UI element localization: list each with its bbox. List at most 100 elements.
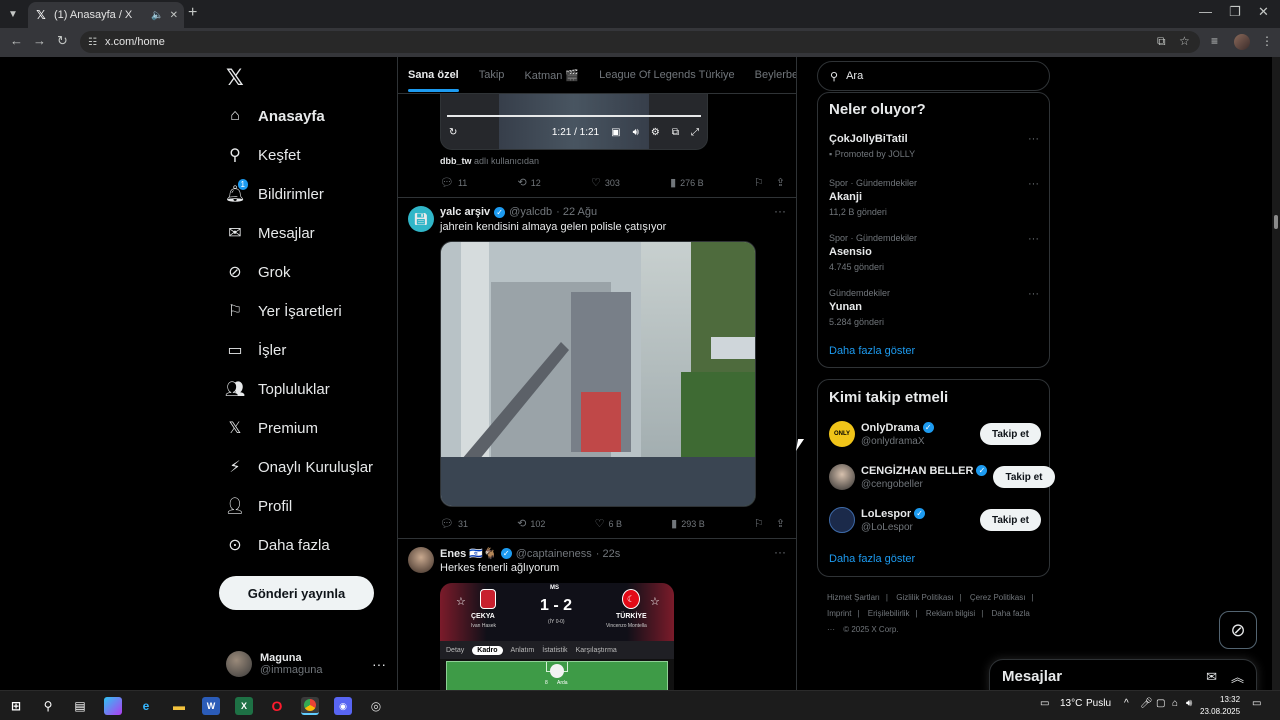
notifications-icon[interactable]: ▭ — [1252, 698, 1261, 709]
trend-more-icon[interactable]: ··· — [1028, 288, 1039, 300]
tab-for-you[interactable]: Sana özel — [398, 57, 469, 94]
replay-icon[interactable]: ↻ — [449, 127, 457, 138]
grok-floating-button[interactable]: ⊘ — [1219, 611, 1257, 649]
video-progress-bar[interactable] — [447, 115, 701, 117]
match-tab[interactable]: İstatistik — [542, 647, 567, 654]
suggested-account[interactable]: CENGİZHAN BELLER ✓ @cengobeller Takip et — [829, 461, 1055, 493]
match-screenshot[interactable]: ☆ ÇEKYA Ivan Hasek MS 1 - 2 (İY 0-0) ☾ T… — [440, 583, 674, 690]
video-player[interactable]: ↻ 1:21 / 1:21 ▣ 🔊︎ ⚙ ⧉ ⤢ — [440, 94, 708, 150]
match-tab-active[interactable]: Kadro — [472, 645, 503, 655]
reply-button[interactable]: 💬︎ 11 — [440, 176, 467, 189]
footer-link-imprint[interactable]: Imprint — [827, 609, 851, 618]
post-video[interactable] — [440, 241, 756, 507]
picture-in-picture-icon[interactable]: ⧉ — [672, 127, 679, 138]
weather-desc[interactable]: Puslu — [1086, 698, 1111, 709]
avatar[interactable] — [408, 547, 434, 573]
word-icon[interactable]: W — [202, 697, 220, 715]
tab-following[interactable]: Takip — [469, 57, 515, 94]
reply-button[interactable]: 💬︎ 31 — [440, 517, 468, 530]
repost-button[interactable]: ⟲ 12 — [518, 176, 541, 189]
nav-item-home[interactable]: ⌂ Anasayfa — [226, 102, 325, 130]
footer-link-cookies[interactable]: Çerez Politikası — [970, 593, 1026, 602]
nav-item-grok[interactable]: ⊘ Grok — [226, 258, 290, 286]
show-more-follow-link[interactable]: Daha fazla göster — [829, 553, 915, 565]
page-scrollbar[interactable] — [1272, 57, 1280, 690]
post[interactable]: 💾︎ yalc arşiv ✓ @yalcdb · 22 Ağu ··· jah… — [398, 198, 796, 539]
tab-audio-icon[interactable]: 🔈 — [151, 10, 163, 21]
avatar[interactable]: 💾︎ — [408, 206, 434, 232]
search-input[interactable]: ⚲ Ara — [817, 61, 1050, 91]
browser-tab[interactable]: 𝕏 (1) Anasayfa / X 🔈 ✕ — [28, 2, 184, 28]
show-more-trends-link[interactable]: Daha fazla göster — [829, 345, 915, 357]
speaker-icon[interactable]: 🔊︎ — [1186, 698, 1192, 709]
follow-button[interactable]: Takip et — [993, 466, 1055, 488]
tab-search-icon[interactable]: ▼ — [4, 5, 22, 23]
nav-item-jobs[interactable]: ▭ İşler — [226, 336, 286, 364]
system-clock[interactable]: 13:32 23.08.2025 — [1200, 694, 1240, 718]
footer-link-privacy[interactable]: Gizlilik Politikası — [896, 593, 953, 602]
search-icon[interactable]: ⚲ — [39, 697, 57, 715]
author-name[interactable]: Enes 🇮🇱🐐 — [440, 547, 497, 560]
install-app-icon[interactable]: ⧉ — [1157, 34, 1166, 49]
like-button[interactable]: ♡ 6 B — [595, 517, 622, 530]
opera-icon[interactable]: O — [268, 697, 286, 715]
nav-item-messages[interactable]: ✉ Mesajlar — [226, 219, 314, 247]
author-name[interactable]: yalc arşiv — [440, 206, 490, 218]
nav-item-communities[interactable]: 👥︎ Topluluklar — [225, 375, 330, 403]
nav-item-more[interactable]: ⊙ Daha fazla — [226, 531, 329, 559]
bookmark-icon[interactable]: ⚐ — [754, 176, 764, 189]
share-icon[interactable]: ⇪ — [776, 176, 785, 189]
nav-item-profile[interactable]: 👤︎ Profil — [225, 492, 292, 520]
tab-beylerbeyli[interactable]: Beylerbeyli — [745, 57, 796, 94]
nav-item-explore[interactable]: ⚲ Keşfet — [226, 141, 300, 169]
trend-more-icon[interactable]: ··· — [1028, 133, 1039, 145]
excel-icon[interactable]: X — [235, 697, 253, 715]
discord-icon[interactable]: ◉ — [334, 697, 352, 715]
trend-more-icon[interactable]: ··· — [1028, 178, 1039, 190]
edge-icon[interactable]: e — [137, 697, 155, 715]
app-icon[interactable]: ◎ — [367, 697, 385, 715]
back-icon[interactable]: ← — [10, 33, 23, 48]
post[interactable]: Enes 🇮🇱🐐 ✓ @captaineness · 22s ··· Herke… — [398, 539, 796, 690]
weather-temp[interactable]: 13°C — [1060, 698, 1082, 709]
expand-chevron-icon[interactable]: ︽ — [1231, 667, 1244, 686]
reload-icon[interactable]: ↻ — [57, 33, 68, 49]
copilot-icon[interactable] — [104, 697, 122, 715]
trend-item[interactable]: Spor · Gündemdekiler Akanji 11,2 B gönde… — [829, 178, 1039, 217]
post-date[interactable]: · 22s — [596, 548, 620, 560]
nav-item-premium[interactable]: 𝕏 Premium — [226, 414, 318, 442]
bookmark-star-icon[interactable]: ☆ — [1179, 34, 1190, 48]
repost-button[interactable]: ⟲ 102 — [517, 517, 545, 530]
tab-close-icon[interactable]: ✕ — [170, 10, 178, 21]
star-icon[interactable]: ☆ — [456, 595, 466, 608]
windows-start-icon[interactable]: ⊞ — [7, 697, 25, 715]
profile-avatar[interactable] — [1234, 34, 1250, 50]
bookmark-icon[interactable]: ⚐ — [754, 517, 764, 530]
footer-link-ads-info[interactable]: Reklam bilgisi — [926, 609, 975, 618]
tab-katman[interactable]: Katman 🎬 — [514, 57, 589, 94]
views-button[interactable]: ▮ 276 B — [670, 176, 704, 189]
post-more-icon[interactable]: ··· — [774, 204, 786, 218]
media-controls-icon[interactable]: ≡ — [1211, 34, 1218, 48]
suggested-account[interactable]: ONLY OnlyDrama ✓ @onlydramaX Takip et — [829, 418, 1041, 450]
menu-kebab-icon[interactable]: ⋮ — [1261, 34, 1273, 48]
microphone-icon[interactable]: 🎤︎ — [1140, 698, 1153, 709]
trend-item[interactable]: Spor · Gündemdekiler Asensio 4.745 gönde… — [829, 233, 1039, 272]
file-explorer-icon[interactable]: ▬ — [170, 697, 188, 715]
promoted-trend[interactable]: ÇokJollyBiTatil ▪ Promoted by JOLLY ··· — [829, 133, 1039, 159]
network-icon[interactable]: ⌂ — [1172, 698, 1178, 709]
x-logo-icon[interactable]: 𝕏 — [226, 65, 244, 91]
star-icon[interactable]: ☆ — [650, 595, 660, 608]
match-tab[interactable]: Detay — [446, 647, 464, 654]
address-bar[interactable]: ☷ x.com/home — [80, 31, 1200, 53]
match-tab[interactable]: Anlatım — [511, 647, 535, 654]
post-date[interactable]: · 22 Ağu — [556, 206, 597, 218]
author-handle[interactable]: @yalcdb — [509, 206, 552, 218]
fullscreen-icon[interactable]: ⤢ — [691, 127, 699, 138]
follow-button[interactable]: Takip et — [979, 509, 1041, 531]
volume-icon[interactable]: 🔊︎ — [633, 127, 639, 138]
minimize-icon[interactable]: — — [1199, 4, 1212, 19]
share-icon[interactable]: ⇪ — [776, 517, 785, 530]
close-window-icon[interactable]: ✕ — [1258, 4, 1269, 20]
new-message-icon[interactable]: ✉ — [1206, 669, 1217, 685]
